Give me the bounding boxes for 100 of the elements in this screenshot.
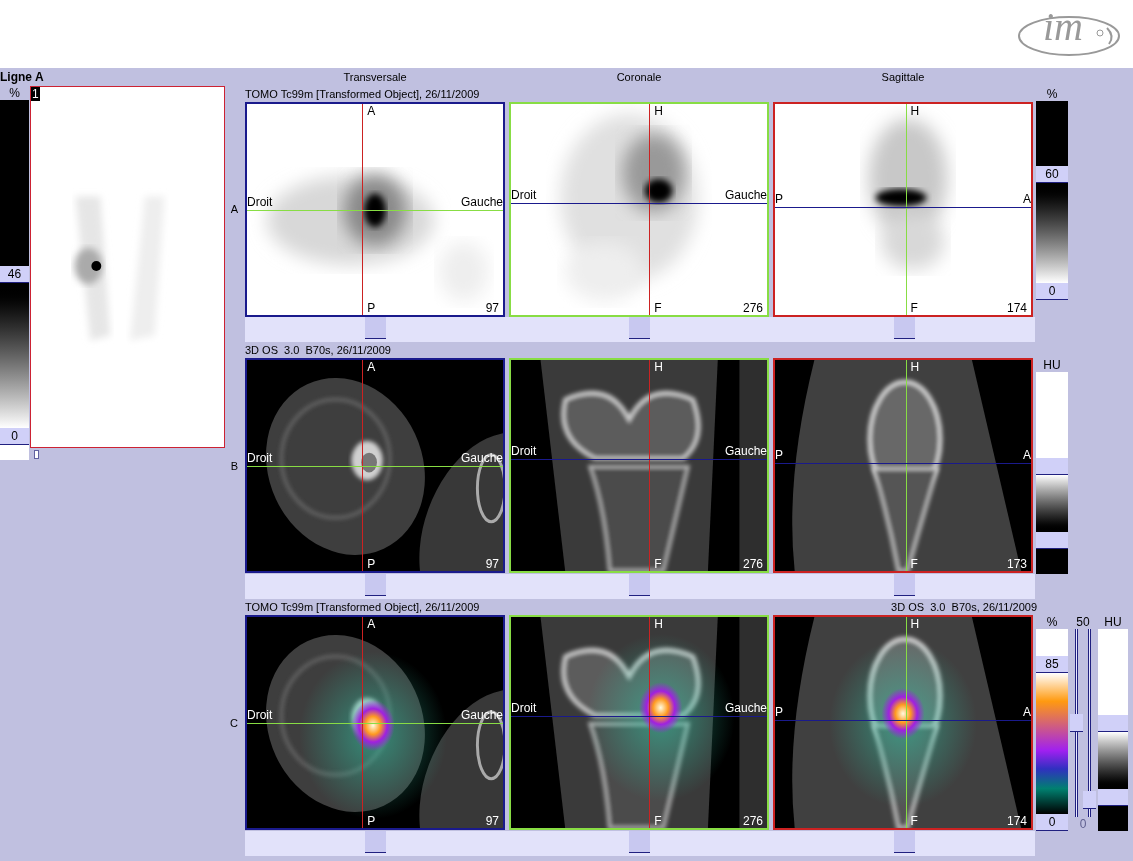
orientation-label: F xyxy=(910,301,918,315)
scale-value[interactable]: 46 xyxy=(0,266,29,283)
column-heading: Coronale xyxy=(616,70,662,85)
crosshair-line[interactable] xyxy=(247,465,503,467)
orientation-label: A xyxy=(1023,193,1031,207)
orientation-label: P xyxy=(775,193,783,207)
scroll-thumb[interactable] xyxy=(364,574,386,596)
orientation-label: Droit xyxy=(511,702,537,716)
orientation-label: Droit xyxy=(247,451,273,465)
crosshair-line[interactable] xyxy=(649,104,651,315)
orientation-label: A xyxy=(367,617,376,631)
panel-title: Ligne A xyxy=(0,69,45,86)
crosshair-line[interactable] xyxy=(775,720,1031,722)
orientation-label: F xyxy=(910,814,918,828)
orientation-label: P xyxy=(367,814,376,828)
orientation-label: A xyxy=(367,360,376,374)
orientation-label: Gauche xyxy=(724,189,767,203)
row-label: C xyxy=(230,715,238,731)
window-gradient-segment xyxy=(1098,732,1128,789)
crosshair-line[interactable] xyxy=(362,617,364,828)
slice-number: 276 xyxy=(742,301,763,315)
slider-thumb[interactable] xyxy=(1083,790,1096,809)
frame-number: 1 xyxy=(31,87,40,101)
crosshair-line[interactable] xyxy=(511,203,767,205)
orientation-label: P xyxy=(367,301,376,315)
blend-slider[interactable] xyxy=(1070,629,1083,817)
crosshair-line[interactable] xyxy=(247,209,503,211)
scroll-thumb[interactable] xyxy=(364,317,386,339)
scale-unit: % xyxy=(1045,87,1059,101)
colorbar-upper-segment xyxy=(1036,101,1068,166)
scale-value[interactable]: 0 xyxy=(0,428,29,445)
colorbar-lower-segment xyxy=(0,445,29,460)
crosshair-line[interactable] xyxy=(905,360,907,571)
crosshair-line[interactable] xyxy=(775,207,1031,209)
orientation-label: A xyxy=(367,104,376,118)
slice-number: 174 xyxy=(1006,301,1027,315)
projection-frame[interactable]: 1 xyxy=(30,86,225,448)
scale-value[interactable]: 85 xyxy=(1036,656,1068,673)
crosshair-line[interactable] xyxy=(775,463,1031,465)
blend-slider[interactable] xyxy=(1083,629,1096,817)
scrollbar-track[interactable] xyxy=(245,574,1035,599)
image-viewport[interactable]: H F P A 174 xyxy=(773,102,1033,317)
image-viewport[interactable]: H F Droit Gauche 276 xyxy=(509,102,769,317)
orientation-label: F xyxy=(654,557,662,571)
image-viewport[interactable]: H F P A 173 xyxy=(773,358,1033,573)
orientation-label: Gauche xyxy=(724,445,767,459)
window-handle[interactable] xyxy=(1098,715,1128,732)
crosshair-line[interactable] xyxy=(247,722,503,724)
blend-label: 50 xyxy=(1076,615,1090,629)
window-handle[interactable] xyxy=(1036,458,1068,475)
slice-number: 173 xyxy=(1006,557,1027,571)
blend-label: 0 xyxy=(1079,817,1087,831)
series-title: 3D OS 3.0 B70s, 26/11/2009 xyxy=(245,343,391,358)
image-viewport[interactable]: H F P A 174 xyxy=(773,615,1033,830)
orientation-label: F xyxy=(910,557,918,571)
column-heading: Transversale xyxy=(343,70,407,85)
orientation-label: H xyxy=(910,617,920,631)
scrollbar-track[interactable] xyxy=(245,831,1035,856)
scale-value[interactable]: 60 xyxy=(1036,166,1068,183)
orientation-label: A xyxy=(1023,449,1031,463)
colorbar-upper-segment xyxy=(1036,629,1068,656)
scale-value[interactable]: 0 xyxy=(1036,283,1068,300)
column-heading: Sagittale xyxy=(881,70,925,85)
slice-number: 276 xyxy=(742,557,763,571)
orientation-label: Gauche xyxy=(724,702,767,716)
series-title: 3D OS 3.0 B70s, 26/11/2009 xyxy=(891,600,1037,615)
scale-value[interactable]: 0 xyxy=(1036,814,1068,831)
scale-unit: HU xyxy=(1042,358,1062,372)
scroll-thumb[interactable] xyxy=(894,831,916,853)
marker-icon xyxy=(34,450,39,459)
crosshair-line[interactable] xyxy=(362,360,364,571)
crosshair-line[interactable] xyxy=(362,104,364,315)
orientation-label: H xyxy=(654,104,663,118)
window-gradient-segment xyxy=(1036,475,1068,532)
scroll-thumb[interactable] xyxy=(894,317,916,339)
scale-unit: % xyxy=(1045,615,1059,629)
window-handle[interactable] xyxy=(1036,532,1068,549)
orientation-label: Droit xyxy=(511,189,537,203)
scroll-thumb[interactable] xyxy=(364,831,386,853)
orientation-label: P xyxy=(775,449,783,463)
crosshair-line[interactable] xyxy=(905,104,907,315)
series-title: TOMO Tc99m [Transformed Object], 26/11/2009 xyxy=(245,600,480,615)
scroll-thumb[interactable] xyxy=(894,574,916,596)
scroll-thumb[interactable] xyxy=(629,317,651,339)
scroll-thumb[interactable] xyxy=(629,574,651,596)
orientation-label: F xyxy=(654,814,662,828)
window-handle[interactable] xyxy=(1098,789,1128,806)
scale-unit: % xyxy=(8,86,21,100)
slice-number: 276 xyxy=(742,814,763,828)
orientation-label: H xyxy=(654,360,663,374)
image-viewport[interactable]: A P Droit Gauche 97 xyxy=(245,102,505,317)
slice-number: 174 xyxy=(1006,814,1027,828)
scroll-thumb[interactable] xyxy=(629,831,651,853)
orientation-label: F xyxy=(654,301,662,315)
scrollbar-track[interactable] xyxy=(245,317,1035,342)
slider-thumb[interactable] xyxy=(1070,714,1083,732)
image-viewport[interactable]: H F Droit Gauche 276 xyxy=(509,615,769,830)
crosshair-line[interactable] xyxy=(905,617,907,828)
window-lower-segment xyxy=(1036,549,1068,574)
crosshair-line[interactable] xyxy=(511,716,767,718)
